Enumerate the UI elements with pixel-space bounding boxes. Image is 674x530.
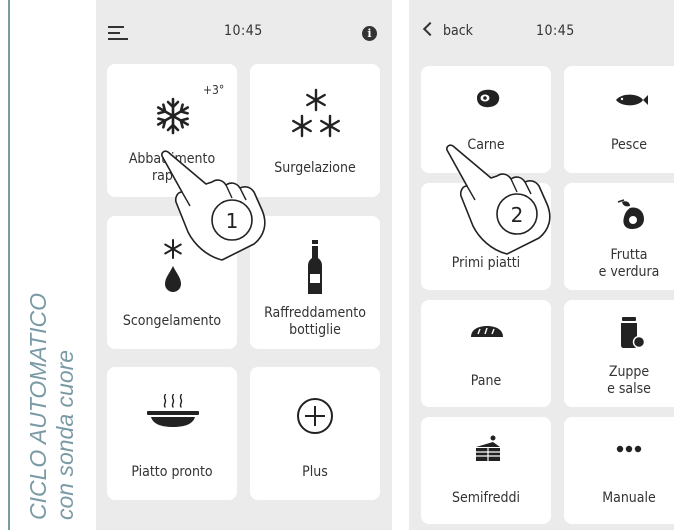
card-primi-piatti[interactable]: Primi piatti	[421, 183, 551, 290]
bread-icon	[471, 326, 503, 337]
card-label: Manuale	[602, 490, 656, 506]
card-label: Zuppe e salse	[607, 364, 651, 397]
card-carne[interactable]: Carne	[421, 66, 551, 173]
card-label: Semifreddi	[451, 490, 521, 506]
card-label: Plus	[302, 464, 328, 480]
card-label: Frutta e verdura	[598, 247, 660, 280]
fish-icon	[616, 94, 648, 106]
card-manuale[interactable]: Manuale	[564, 417, 674, 524]
card-label: Primi piatti	[451, 255, 521, 271]
top-bar: 10:45 i	[96, 0, 392, 64]
cake-icon	[476, 435, 500, 461]
triple-snowflake-icon	[292, 88, 340, 138]
chevron-left-icon	[422, 21, 438, 37]
snowflake-drop-icon	[164, 239, 182, 292]
card-scongelamento[interactable]: Scongelamento	[107, 216, 237, 349]
top-bar: back 10:45	[409, 0, 674, 64]
hot-dish-icon	[147, 394, 199, 427]
side-title-line2: con sonda cuore	[52, 349, 78, 520]
card-label: Scongelamento	[122, 313, 222, 329]
card-label: Pane	[470, 373, 502, 389]
card-label: Raffreddamento bottiglie	[264, 305, 366, 338]
screen-category-select: back 10:45 Carne Pesce Primi piatti Frut…	[409, 0, 674, 530]
card-raffreddamento-bottiglie[interactable]: Raffreddamento bottiglie	[250, 216, 380, 349]
plus-circle-icon	[297, 398, 333, 434]
jar-icon	[621, 317, 645, 349]
side-title: CICLO AUTOMATICO con sonda cuore	[25, 293, 79, 520]
temperature-badge: +3°	[203, 83, 225, 97]
clock-time: 10:45	[224, 23, 263, 39]
card-plus[interactable]: Plus	[250, 367, 380, 500]
card-frutta-verdura[interactable]: Frutta e verdura	[564, 183, 674, 290]
info-icon[interactable]: i	[362, 26, 377, 41]
screen-main-menu: 10:45 i +3° Abbattimento rapido Surgelaz…	[96, 0, 392, 530]
clock-time: 10:45	[536, 23, 575, 39]
card-piatto-pronto[interactable]: Piatto pronto	[107, 367, 237, 500]
card-semifreddi[interactable]: Semifreddi	[421, 417, 551, 524]
card-label: Piatto pronto	[131, 464, 213, 480]
card-pesce[interactable]: Pesce	[564, 66, 674, 173]
back-button[interactable]: back	[422, 21, 473, 39]
card-label: Abbattimento rapido	[128, 151, 216, 184]
bottle-icon	[308, 240, 322, 294]
edge-line	[8, 0, 10, 530]
steak-icon	[477, 89, 500, 108]
side-title-line1: CICLO AUTOMATICO	[25, 292, 51, 520]
dots-icon	[616, 445, 642, 453]
card-label: Pesce	[610, 137, 648, 153]
card-zuppe-salse[interactable]: Zuppe e salse	[564, 300, 674, 407]
card-pane[interactable]: Pane	[421, 300, 551, 407]
card-label: Carne	[467, 137, 505, 153]
menu-icon[interactable]	[108, 26, 128, 40]
card-abbattimento-rapido[interactable]: +3° Abbattimento rapido	[107, 64, 237, 197]
snowflake-icon	[156, 97, 190, 135]
card-surgelazione[interactable]: Surgelazione	[250, 64, 380, 197]
fruit-icon	[617, 199, 644, 229]
back-label: back	[443, 23, 473, 39]
card-label: Surgelazione	[274, 160, 356, 176]
